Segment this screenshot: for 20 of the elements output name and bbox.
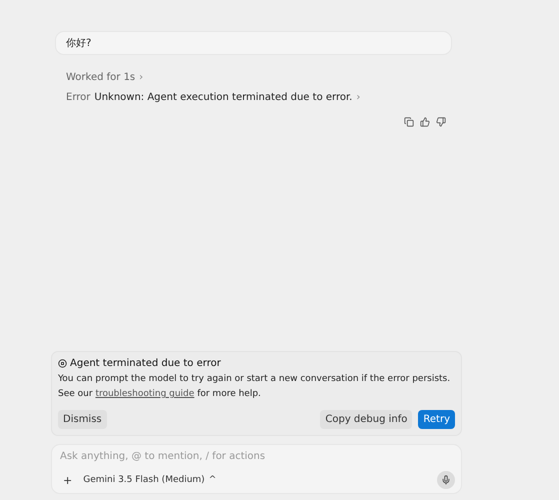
thumbs-up-icon[interactable] [420, 117, 430, 127]
secondary-button[interactable]: Copy debug info [320, 410, 412, 429]
card-body: You can prompt the model to try again or start a new conversation if the error persists. [58, 374, 452, 384]
microphone-icon [441, 475, 451, 485]
secondary-button[interactable]: Dismiss [58, 410, 107, 429]
retry-button[interactable]: Retry [418, 410, 455, 429]
help-text: See our troubleshooting guide for more help. [58, 389, 262, 399]
error-label: Error [66, 92, 90, 102]
message-text: 你好? [66, 37, 92, 50]
model-selector[interactable]: Gemini 3.5 Flash (Medium) ^ [83, 475, 216, 485]
troubleshooting-link[interactable]: troubleshooting guide [95, 389, 194, 399]
card-title: Agent terminated due to error [70, 358, 221, 369]
message-input[interactable]: Ask anything, @ to mention, / for actions [60, 451, 455, 462]
stop-icon [58, 359, 67, 368]
copy-icon[interactable] [404, 117, 414, 127]
worked-label[interactable]: Worked for 1s [66, 72, 136, 82]
thumbs-down-icon[interactable] [436, 117, 446, 127]
error-message[interactable]: Unknown: Agent execution terminated due to error. [94, 92, 352, 102]
add-button[interactable]: + [60, 474, 76, 486]
mic-button[interactable] [437, 471, 455, 489]
